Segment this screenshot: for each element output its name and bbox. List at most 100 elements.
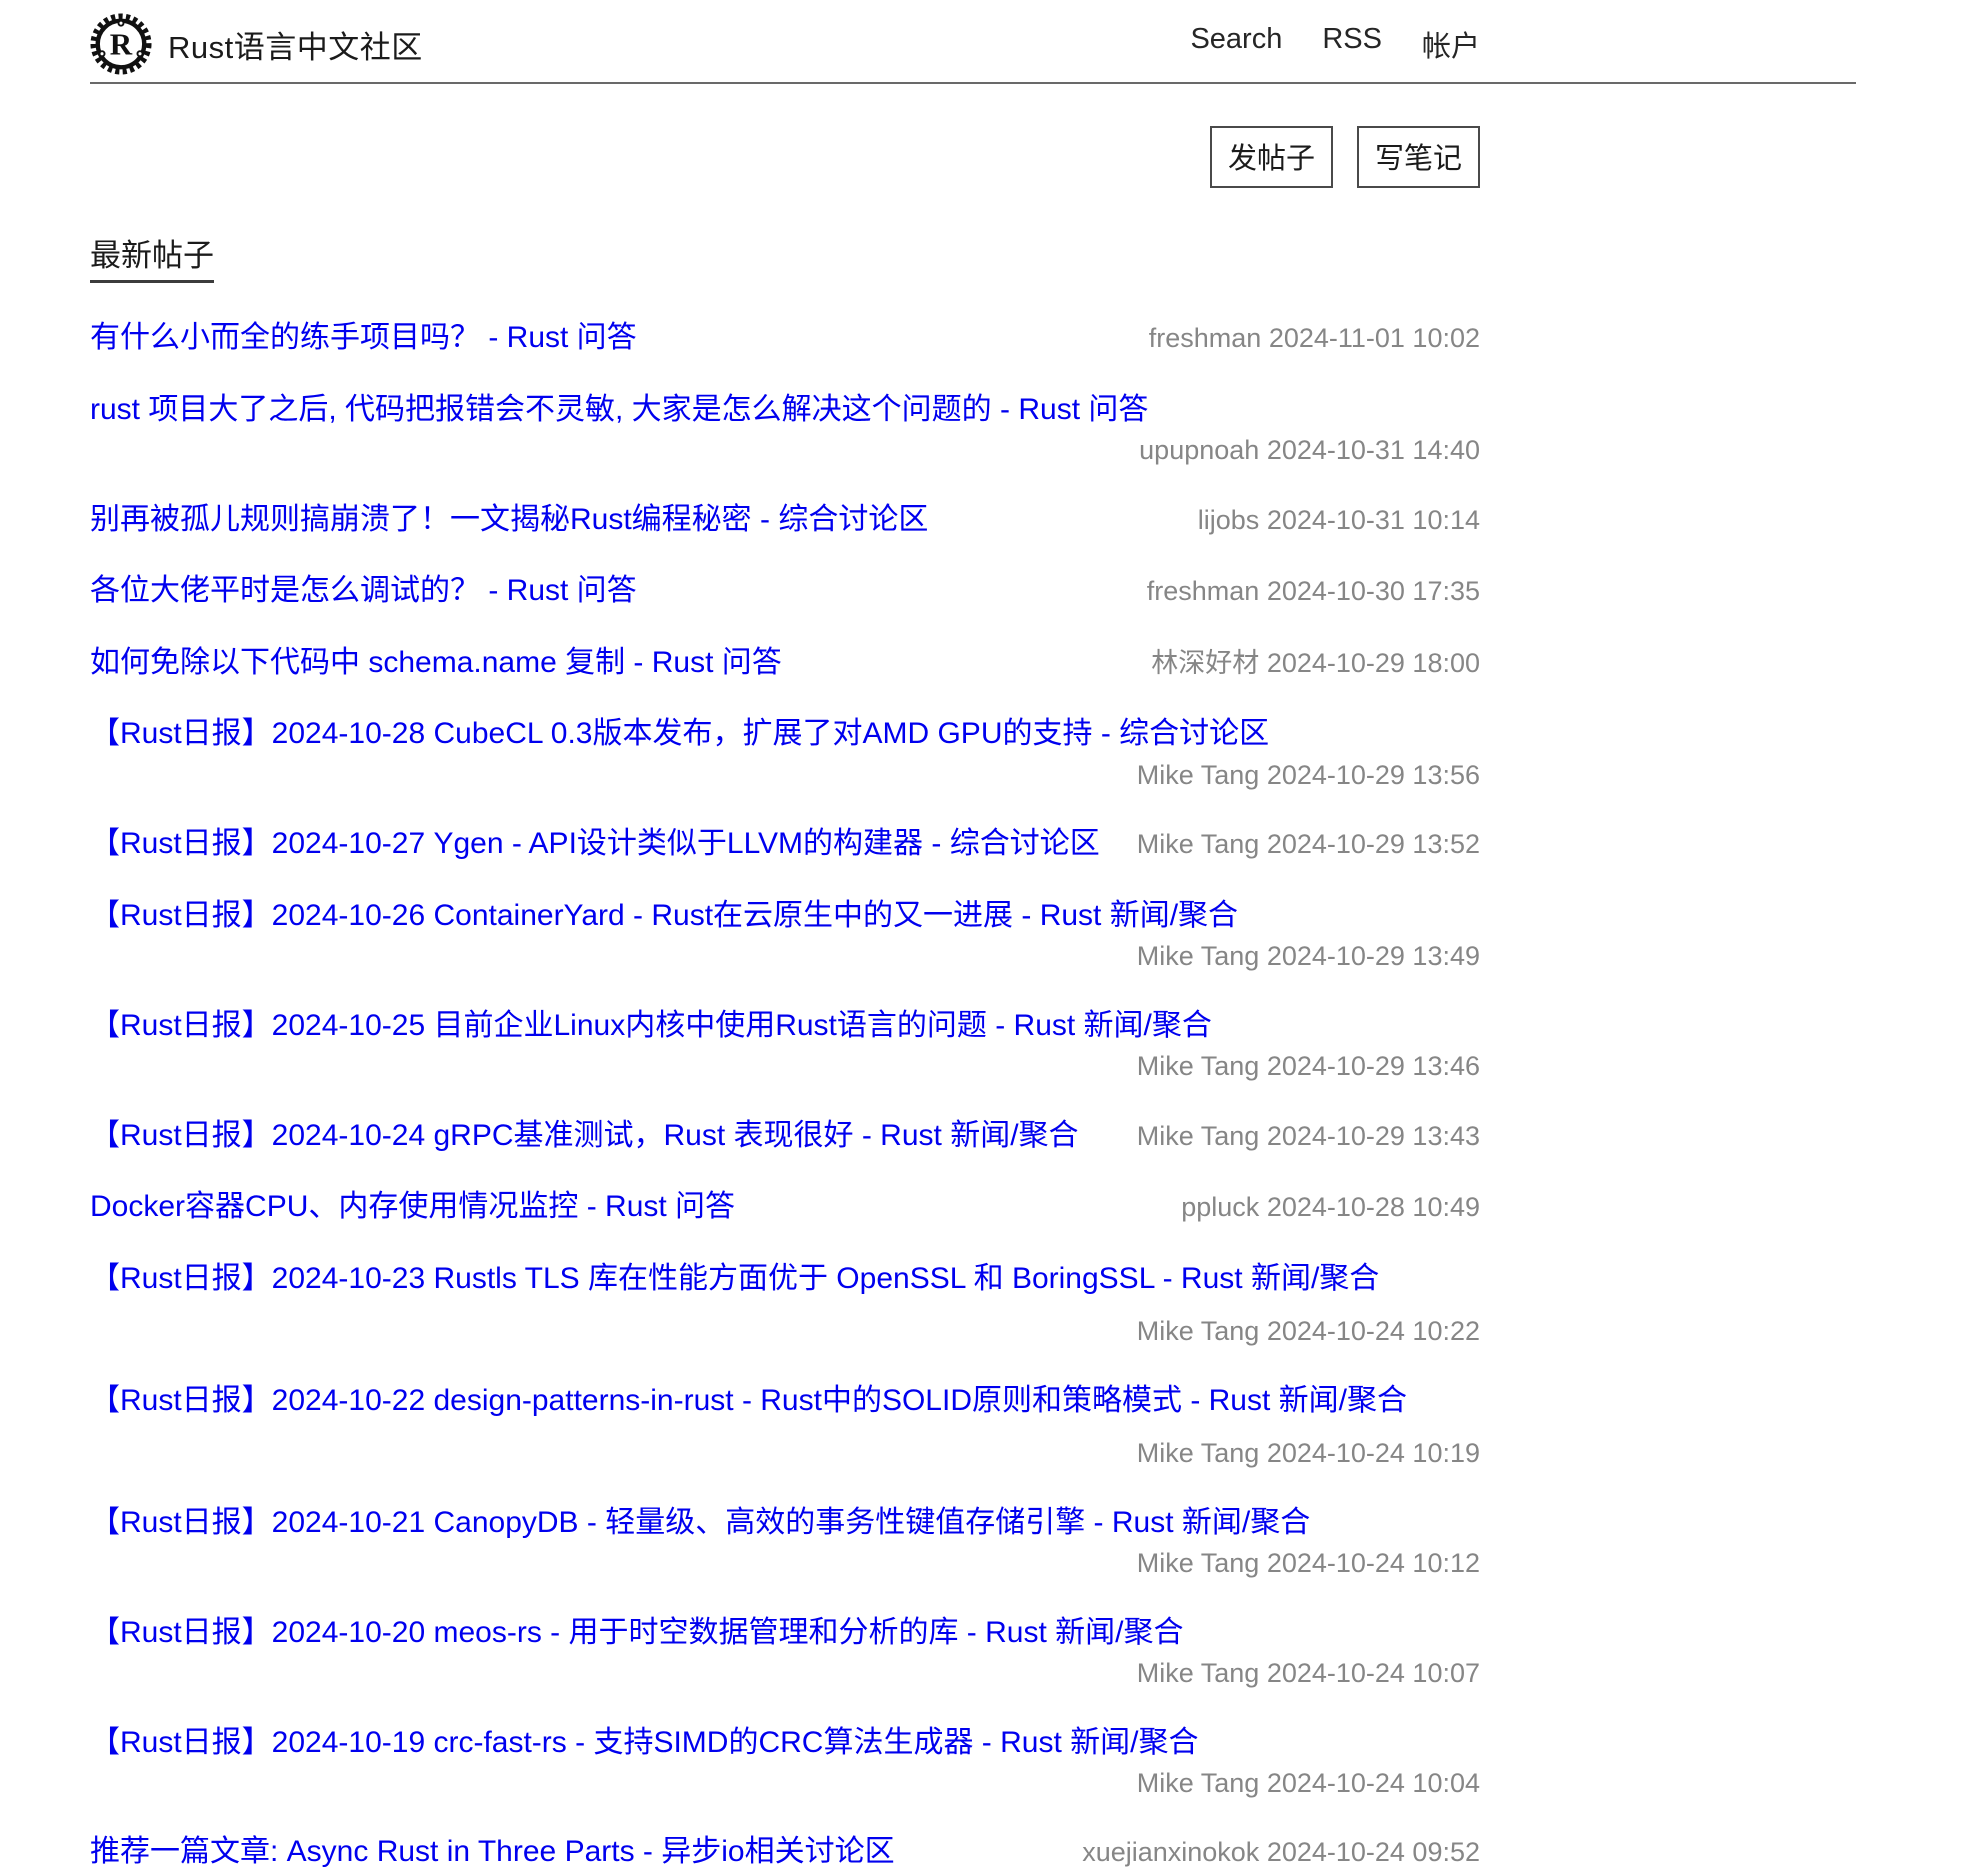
post-row: rust 项目大了之后, 代码把报错会不灵敏, 大家是怎么解决这个问题的 - R… [90,389,1480,470]
post-title-link[interactable]: 推荐一篇文章: Async Rust in Three Parts - 异步io… [90,1831,895,1874]
header-divider [90,82,1856,84]
post-row: 【Rust日报】2024-10-20 meos-rs - 用于时空数据管理和分析… [90,1612,1480,1693]
post-meta: Mike Tang 2024-10-24 10:07 [1137,1654,1480,1692]
post-timestamp: 2024-10-30 17:35 [1267,576,1480,606]
post-row: Docker容器CPU、内存使用情况监控 - Rust 问答 ppluck 20… [90,1186,1480,1229]
rust-gear-icon: R [90,13,152,75]
post-title-link[interactable]: 【Rust日报】2024-10-24 gRPC基准测试，Rust 表现很好 - … [90,1115,1079,1158]
post-title-link[interactable]: 【Rust日报】2024-10-28 CubeCL 0.3版本发布，扩展了对AM… [90,713,1269,756]
post-timestamp: 2024-10-29 13:49 [1267,941,1480,971]
post-timestamp: 2024-10-24 10:19 [1267,1438,1480,1468]
post-timestamp: 2024-10-24 10:04 [1267,1768,1480,1798]
nav-account-link[interactable]: 帐户 [1422,23,1480,65]
post-title-link[interactable]: 【Rust日报】2024-10-23 Rustls TLS 库在性能方面优于 O… [90,1258,1379,1301]
post-author: ppluck [1181,1192,1259,1222]
post-author: Mike Tang [1137,1316,1260,1346]
post-meta: Mike Tang 2024-10-29 13:56 [1137,756,1480,794]
post-title-link[interactable]: 【Rust日报】2024-10-21 CanopyDB - 轻量级、高效的事务性… [90,1502,1310,1545]
section-heading-wrap: 最新帖子 [90,230,1986,283]
post-title-link[interactable]: 别再被孤儿规则搞崩溃了！一文揭秘Rust编程秘密 - 综合讨论区 [90,499,928,542]
nav-search-link[interactable]: Search [1190,23,1282,65]
latest-posts-heading[interactable]: 最新帖子 [90,230,214,283]
post-author: freshman [1149,323,1262,353]
post-timestamp: 2024-10-24 10:07 [1267,1658,1480,1688]
nav-rss-link[interactable]: RSS [1322,23,1382,65]
post-timestamp: 2024-10-29 13:52 [1267,829,1480,859]
post-row: 有什么小而全的练手项目吗？ - Rust 问答 freshman 2024-11… [90,317,1480,360]
post-row: 【Rust日报】2024-10-21 CanopyDB - 轻量级、高效的事务性… [90,1502,1480,1583]
site-title[interactable]: Rust语言中文社区 [168,22,423,67]
post-row: 【Rust日报】2024-10-19 crc-fast-rs - 支持SIMD的… [90,1722,1480,1803]
post-timestamp: 2024-10-29 13:43 [1267,1121,1480,1151]
post-meta: xuejianxinokok 2024-10-24 09:52 [1082,1833,1480,1871]
post-row: 各位大佬平时是怎么调试的？ - Rust 问答 freshman 2024-10… [90,570,1480,613]
post-meta: Mike Tang 2024-10-29 13:52 [1137,825,1480,863]
new-post-button[interactable]: 发帖子 [1210,126,1333,188]
post-meta: Mike Tang 2024-10-29 13:46 [1137,1047,1480,1085]
post-title-link[interactable]: 【Rust日报】2024-10-19 crc-fast-rs - 支持SIMD的… [90,1722,1198,1765]
post-timestamp: 2024-10-31 14:40 [1267,435,1480,465]
post-author: freshman [1147,576,1260,606]
new-note-button[interactable]: 写笔记 [1357,126,1480,188]
post-author: lijobs [1198,505,1260,535]
post-row: 【Rust日报】2024-10-27 Ygen - API设计类似于LLVM的构… [90,823,1480,866]
post-timestamp: 2024-10-31 10:14 [1267,505,1480,535]
rust-logo[interactable]: R [90,13,152,75]
post-title-link[interactable]: 【Rust日报】2024-10-25 目前企业Linux内核中使用Rust语言的… [90,1005,1212,1048]
post-author: Mike Tang [1137,1658,1260,1688]
page: R Rust语言中文社区 Search RSS 帐户 发帖子 写笔记 最新帖子 … [0,0,1986,1874]
post-title-link[interactable]: 各位大佬平时是怎么调试的？ - Rust 问答 [90,570,637,613]
post-title-link[interactable]: rust 项目大了之后, 代码把报错会不灵敏, 大家是怎么解决这个问题的 - R… [90,389,1148,432]
post-timestamp: 2024-11-01 10:02 [1269,323,1480,353]
post-title-link[interactable]: 【Rust日报】2024-10-22 design-patterns-in-ru… [90,1380,1407,1423]
post-author: 林深好材 [1151,648,1259,678]
post-meta: freshman 2024-10-30 17:35 [1147,572,1480,610]
post-meta: lijobs 2024-10-31 10:14 [1198,501,1480,539]
posts-list: 有什么小而全的练手项目吗？ - Rust 问答 freshman 2024-11… [90,317,1480,1874]
post-author: xuejianxinokok [1082,1837,1259,1867]
post-meta: 林深好材 2024-10-29 18:00 [1151,644,1480,682]
post-row: 推荐一篇文章: Async Rust in Three Parts - 异步io… [90,1831,1480,1874]
post-title-link[interactable]: 【Rust日报】2024-10-26 ContainerYard - Rust在… [90,895,1238,938]
post-title-link[interactable]: 如何免除以下代码中 schema.name 复制 - Rust 问答 [90,642,782,685]
post-title-link[interactable]: 有什么小而全的练手项目吗？ - Rust 问答 [90,317,637,360]
post-author: Mike Tang [1137,1438,1260,1468]
post-row: 如何免除以下代码中 schema.name 复制 - Rust 问答 林深好材 … [90,642,1480,685]
post-timestamp: 2024-10-29 13:56 [1267,760,1480,790]
post-meta: Mike Tang 2024-10-24 10:04 [1137,1764,1480,1802]
post-author: Mike Tang [1137,1051,1260,1081]
post-row: 【Rust日报】2024-10-24 gRPC基准测试，Rust 表现很好 - … [90,1115,1480,1158]
post-timestamp: 2024-10-24 09:52 [1267,1837,1480,1867]
post-timestamp: 2024-10-24 10:22 [1267,1316,1480,1346]
post-title-link[interactable]: Docker容器CPU、内存使用情况监控 - Rust 问答 [90,1186,735,1229]
post-title-link[interactable]: 【Rust日报】2024-10-27 Ygen - API设计类似于LLVM的构… [90,823,1100,866]
post-meta: Mike Tang 2024-10-29 13:49 [1137,937,1480,975]
post-meta: upupnoah 2024-10-31 14:40 [1139,431,1480,469]
svg-text:R: R [110,27,133,62]
post-meta: Mike Tang 2024-10-24 10:12 [1137,1544,1480,1582]
post-timestamp: 2024-10-29 18:00 [1267,648,1480,678]
top-nav: Search RSS 帐户 [1190,23,1480,65]
post-row: 别再被孤儿规则搞崩溃了！一文揭秘Rust编程秘密 - 综合讨论区 lijobs … [90,499,1480,542]
post-meta: ppluck 2024-10-28 10:49 [1181,1188,1480,1226]
post-author: upupnoah [1139,435,1259,465]
actions-bar: 发帖子 写笔记 [90,126,1480,188]
post-meta: Mike Tang 2024-10-29 13:43 [1137,1117,1480,1155]
header: R Rust语言中文社区 Search RSS 帐户 [90,0,1480,82]
post-author: Mike Tang [1137,1768,1260,1798]
post-meta: freshman 2024-11-01 10:02 [1149,319,1480,357]
post-row: 【Rust日报】2024-10-25 目前企业Linux内核中使用Rust语言的… [90,1005,1480,1086]
post-title-link[interactable]: 【Rust日报】2024-10-20 meos-rs - 用于时空数据管理和分析… [90,1612,1184,1655]
post-author: Mike Tang [1137,1121,1260,1151]
post-timestamp: 2024-10-29 13:46 [1267,1051,1480,1081]
post-row: 【Rust日报】2024-10-23 Rustls TLS 库在性能方面优于 O… [90,1258,1480,1351]
post-meta: Mike Tang 2024-10-24 10:22 [90,1312,1480,1350]
post-author: Mike Tang [1137,829,1260,859]
post-timestamp: 2024-10-24 10:12 [1267,1548,1480,1578]
post-author: Mike Tang [1137,760,1260,790]
post-timestamp: 2024-10-28 10:49 [1267,1192,1480,1222]
post-author: Mike Tang [1137,1548,1260,1578]
post-row: 【Rust日报】2024-10-28 CubeCL 0.3版本发布，扩展了对AM… [90,713,1480,794]
post-meta: Mike Tang 2024-10-24 10:19 [90,1434,1480,1472]
post-row: 【Rust日报】2024-10-22 design-patterns-in-ru… [90,1380,1480,1473]
